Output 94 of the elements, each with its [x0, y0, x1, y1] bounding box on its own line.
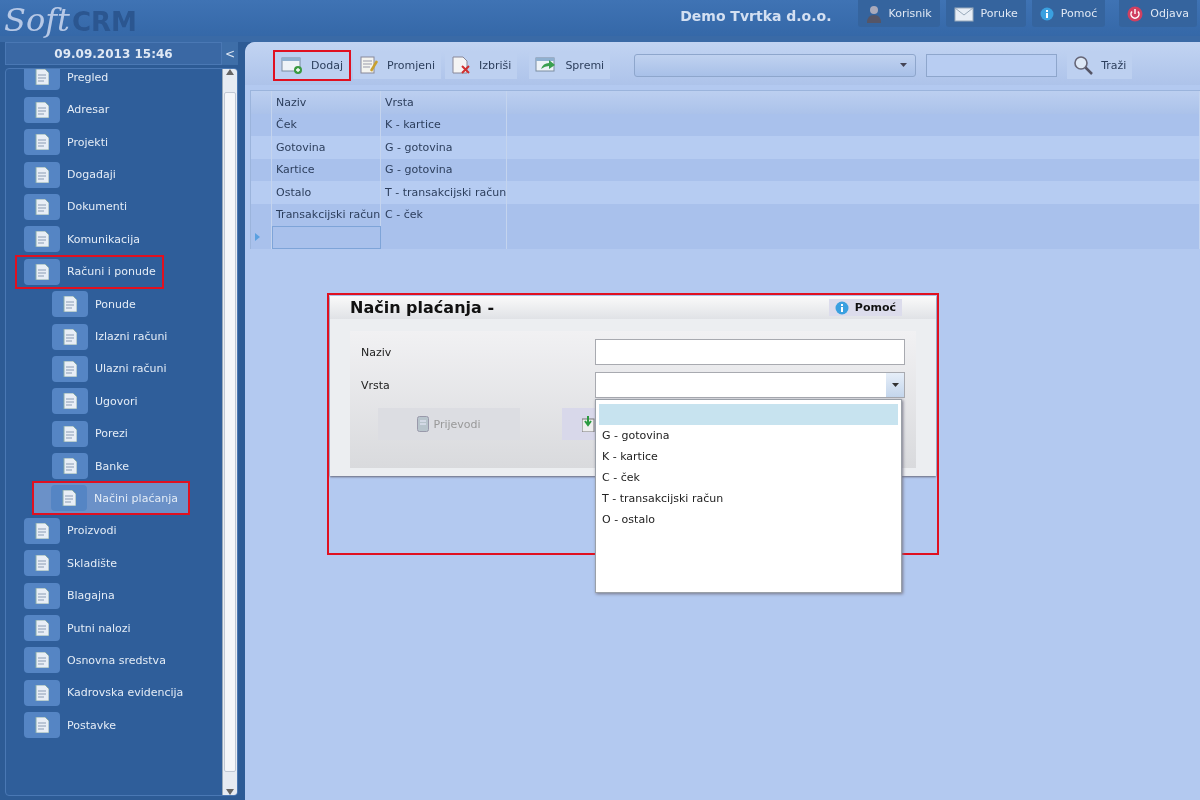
- messages-button[interactable]: Poruke: [945, 0, 1026, 27]
- dropdown-option[interactable]: G - gotovina: [599, 425, 898, 446]
- window-add-icon: [281, 56, 303, 74]
- disk-arrow-icon: [582, 416, 596, 432]
- row-header[interactable]: [251, 203, 272, 226]
- info-icon: [834, 300, 849, 315]
- sidebar-item[interactable]: Banke: [45, 451, 135, 482]
- sidebar-item[interactable]: Pregled: [17, 69, 115, 93]
- page-icon: [35, 652, 49, 669]
- page-icon: [35, 263, 49, 280]
- page-icon: [35, 166, 49, 183]
- sidebar-item[interactable]: Dokumenti: [17, 191, 134, 222]
- sidebar-item[interactable]: Postavke: [17, 710, 122, 741]
- page-icon: [35, 69, 49, 86]
- table-cell: K - kartice: [381, 113, 507, 136]
- input-field[interactable]: [595, 339, 905, 365]
- page-icon: [35, 101, 49, 118]
- sidebar-item[interactable]: Osnovna sredstva: [17, 645, 172, 676]
- sidebar-item[interactable]: Ponude: [45, 289, 142, 320]
- page-icon: [63, 458, 77, 475]
- sidebar-item[interactable]: Ugovori: [45, 386, 144, 417]
- scroll-thumb[interactable]: [224, 92, 236, 772]
- sidebar-item[interactable]: Proizvodi: [17, 515, 123, 546]
- sidebar-item[interactable]: Događaji: [17, 159, 122, 190]
- sidebar-item[interactable]: Računi i ponude: [17, 256, 162, 287]
- search-field[interactable]: [926, 53, 1058, 77]
- column-header[interactable]: Vrsta: [381, 91, 507, 114]
- scrollbar[interactable]: [222, 69, 237, 795]
- sidebar-item[interactable]: Ulazni računi: [45, 353, 173, 384]
- page-icon: [63, 425, 77, 442]
- filter-dropdown[interactable]: [634, 53, 917, 77]
- company-name: Demo Tvrtka d.o.o.: [680, 8, 832, 24]
- dropdown-option[interactable]: K - kartice: [599, 446, 898, 467]
- sidebar-item[interactable]: Porezi: [45, 418, 134, 449]
- add-button[interactable]: Dodaj: [275, 51, 349, 79]
- page-icon: [35, 555, 49, 572]
- select-field[interactable]: [595, 372, 905, 398]
- collapse-button[interactable]: <: [222, 42, 238, 65]
- sidebar-item[interactable]: Komunikacija: [17, 224, 146, 255]
- page-icon: [35, 620, 49, 637]
- power-icon: [1127, 5, 1144, 22]
- scroll-up-icon: [226, 69, 234, 75]
- document-delete-icon: [451, 56, 471, 74]
- header-corner: [251, 91, 272, 114]
- sidebar-item[interactable]: Kadrovska evidencija: [17, 677, 190, 708]
- info-icon: [1039, 6, 1054, 21]
- page-icon: [35, 231, 49, 248]
- sidebar-item[interactable]: Blagajna: [17, 580, 121, 611]
- sidebar-item[interactable]: Projekti: [17, 127, 114, 158]
- new-row-cell[interactable]: [272, 226, 381, 249]
- dropdown-option[interactable]: C - ček: [599, 467, 898, 488]
- document-icon: [417, 416, 430, 432]
- page-icon: [35, 522, 49, 539]
- logo-script-text: Soft: [4, 0, 70, 40]
- notepad-pencil-icon: [359, 56, 379, 74]
- scroll-down-icon: [226, 789, 234, 795]
- envelope-icon: [953, 5, 974, 22]
- page-icon: [63, 360, 77, 377]
- page-icon: [62, 490, 76, 507]
- help-button[interactable]: Pomoć: [1031, 0, 1106, 27]
- field-label: Vrsta: [361, 378, 391, 392]
- person-icon: [865, 4, 882, 23]
- page-icon: [35, 684, 49, 701]
- table-cell: C - ček: [381, 203, 507, 226]
- table-cell: Ček: [272, 113, 381, 136]
- dialog-title: Način plaćanja -: [350, 298, 494, 317]
- user-button[interactable]: Korisnik: [857, 0, 940, 27]
- search-icon: [1073, 55, 1094, 75]
- row-header[interactable]: [251, 113, 272, 136]
- page-icon: [63, 296, 77, 313]
- column-header[interactable]: Naziv: [272, 91, 381, 114]
- logout-button[interactable]: Odjava: [1119, 0, 1197, 27]
- dropdown-arrow-icon: [891, 383, 899, 387]
- dropdown-option[interactable]: O - ostalo: [599, 509, 898, 530]
- page-icon: [63, 328, 77, 345]
- page-icon: [63, 393, 77, 410]
- datetime-display: 09.09.2013 15:46: [5, 42, 222, 65]
- sidebar-item[interactable]: Izlazni računi: [45, 321, 174, 352]
- row-header[interactable]: [251, 158, 272, 181]
- help-button[interactable]: Pomoć: [828, 299, 902, 316]
- page-icon: [35, 134, 49, 151]
- table-cell: Kartice: [272, 158, 381, 181]
- sidebar-item[interactable]: Skladište: [17, 548, 123, 579]
- page-icon: [35, 587, 49, 604]
- table-cell: G - gotovina: [381, 158, 507, 181]
- row-header[interactable]: [251, 226, 272, 249]
- dropdown-option[interactable]: T - transakcijski račun: [599, 488, 898, 509]
- sidebar-item[interactable]: Adresar: [17, 94, 116, 125]
- dropdown-arrow-icon: [900, 63, 908, 67]
- field-label: Naziv: [361, 345, 393, 359]
- table-cell: Transakcijski račun: [272, 203, 381, 226]
- page-icon: [35, 717, 49, 734]
- page-icon: [35, 198, 49, 215]
- sidebar-item[interactable]: Putni nalozi: [17, 613, 137, 644]
